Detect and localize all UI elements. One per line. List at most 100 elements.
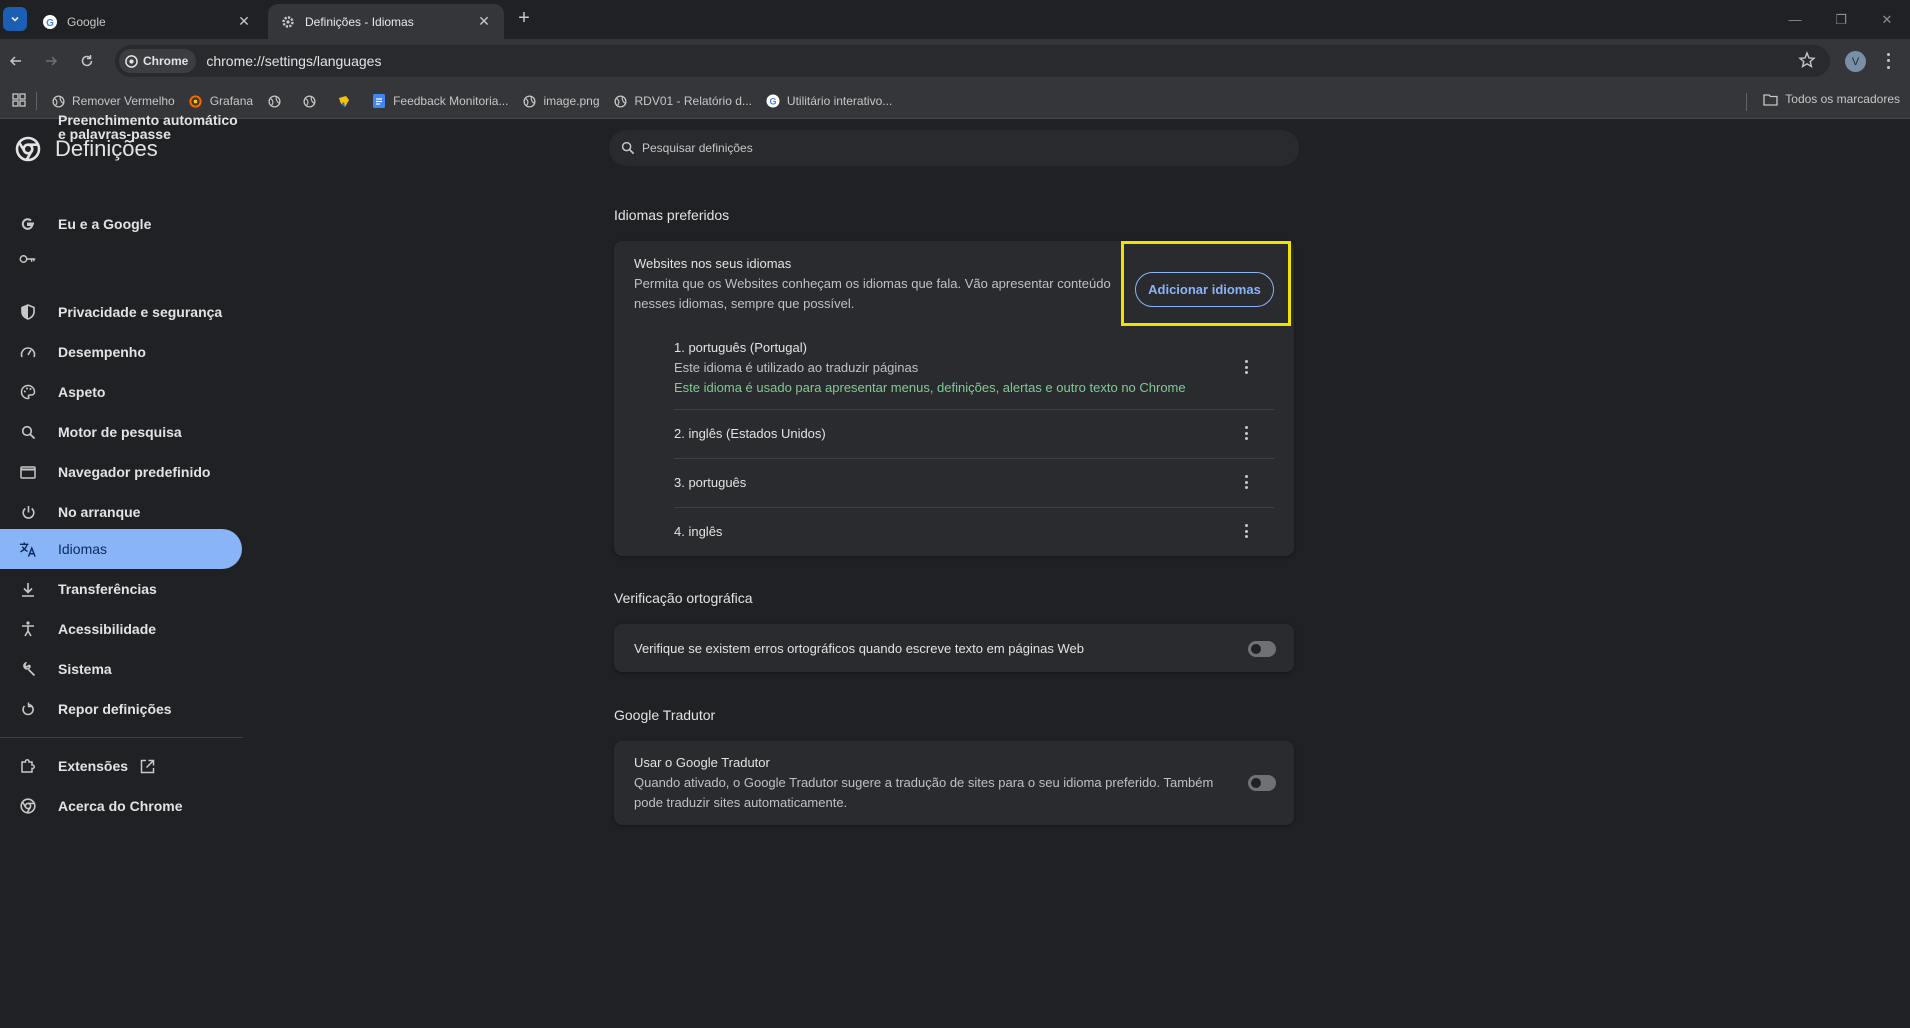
bookmark-utilitario[interactable]: G Utilitário interativo... — [766, 94, 892, 108]
forward-button[interactable] — [39, 49, 63, 73]
sidebar-item-eu-e-a-google[interactable]: Eu e a Google — [0, 204, 242, 244]
address-bar[interactable]: Chrome chrome://settings/languages — [115, 45, 1830, 77]
bookmark-globe-1[interactable] — [267, 94, 288, 108]
grafana-icon — [189, 94, 203, 108]
more-actions-icon[interactable] — [1242, 524, 1250, 538]
bookmarks-bar: Remover Vermelho Grafana Feedback Monito… — [0, 84, 1910, 119]
sidebar-item-transferencias[interactable]: Transferências — [0, 569, 242, 609]
hand-icon — [337, 94, 351, 108]
globe-icon — [51, 94, 65, 108]
restore-icon[interactable]: ❐ — [1818, 0, 1864, 39]
sidebar-item-no-arranque[interactable]: No arranque — [0, 492, 242, 532]
more-actions-icon[interactable] — [1242, 426, 1250, 440]
reload-button[interactable] — [75, 49, 99, 73]
tab-search-button[interactable] — [3, 7, 27, 31]
site-info-chip[interactable]: Chrome — [119, 49, 197, 73]
list-divider — [674, 507, 1274, 508]
sidebar-item-label: Sistema — [58, 661, 112, 677]
profile-avatar[interactable]: V — [1845, 51, 1866, 72]
chrome-logo-icon — [15, 136, 41, 162]
sidebar-item-label: Acessibilidade — [58, 621, 157, 637]
sidebar-item-repor-definicoes[interactable]: Repor definições — [0, 689, 242, 729]
sidebar-item-idiomas[interactable]: Idiomas — [0, 529, 242, 569]
google-icon: G — [766, 94, 780, 108]
sidebar-item-label: Aspeto — [58, 384, 106, 400]
sidebar-item-privacidade[interactable]: Privacidade e segurança — [0, 292, 242, 332]
translate-toggle[interactable] — [1248, 775, 1276, 791]
reload-icon — [81, 55, 93, 67]
close-icon[interactable]: ✕ — [236, 13, 252, 30]
url-text: chrome://settings/languages — [206, 53, 382, 69]
sidebar-item-sistema[interactable]: Sistema — [0, 649, 242, 689]
language-item: 2. inglês (Estados Unidos) — [674, 426, 1270, 446]
more-actions-icon[interactable] — [1242, 360, 1250, 374]
websites-languages-desc-line1: Permita que os Websites conheçam os idio… — [634, 276, 1111, 291]
sidebar-item-label: Repor definições — [58, 701, 172, 717]
sidebar-item-preenchimento[interactable]: Preenchimento automático e palavras-pass… — [0, 113, 242, 292]
sidebar-item-navegador-predefinido[interactable]: Navegador predefinido — [0, 452, 242, 492]
globe-icon — [614, 94, 628, 108]
back-button[interactable] — [4, 49, 28, 73]
bookmark-image-png[interactable]: image.png — [522, 94, 600, 108]
language-translate-note: Este idioma é utilizado ao traduzir pági… — [674, 360, 919, 375]
chip-label: Chrome — [143, 54, 189, 68]
translate-title: Usar o Google Tradutor — [634, 755, 770, 770]
bookmark-label: RDV01 - Relatório d... — [634, 94, 752, 108]
language-item: 1. português (Portugal) Este idioma é ut… — [674, 340, 1270, 400]
google-g-icon — [19, 215, 37, 233]
bookmark-remover-vermelho[interactable]: Remover Vermelho — [51, 94, 175, 108]
sidebar-item-desempenho[interactable]: Desempenho — [0, 332, 242, 372]
chrome-icon — [125, 54, 138, 68]
reset-icon — [19, 700, 37, 718]
minimize-icon[interactable]: — — [1772, 0, 1818, 39]
bookmark-feedback-monitoria[interactable]: Feedback Monitoria... — [372, 94, 508, 108]
sidebar-item-acessibilidade[interactable]: Acessibilidade — [0, 609, 242, 649]
open-in-new-icon — [140, 759, 155, 774]
new-tab-button[interactable]: + — [514, 8, 534, 29]
sidebar-item-aspeto[interactable]: Aspeto — [0, 372, 242, 412]
tab-definicoes-idiomas[interactable]: Definições - Idiomas ✕ — [268, 4, 504, 39]
speedometer-icon — [19, 343, 37, 361]
power-icon — [19, 503, 37, 521]
sidebar-item-label: Motor de pesquisa — [58, 424, 182, 440]
close-window-icon[interactable]: ✕ — [1864, 0, 1910, 39]
tab-google[interactable]: G Google ✕ — [30, 4, 264, 39]
bookmark-hand[interactable] — [337, 94, 358, 108]
more-actions-icon[interactable] — [1242, 475, 1250, 489]
key-icon — [19, 250, 37, 268]
section-title-idiomas-preferidos: Idiomas preferidos — [614, 207, 730, 223]
sidebar-item-label: Extensões — [58, 758, 129, 774]
apps-grid-icon[interactable] — [12, 92, 26, 110]
close-icon[interactable]: ✕ — [476, 13, 492, 30]
sidebar-item-acerca-do-chrome[interactable]: Acerca do Chrome — [0, 786, 242, 826]
translate-desc-line2: pode traduzir sites automaticamente. — [634, 795, 848, 810]
section-title-google-tradutor: Google Tradutor — [614, 707, 716, 723]
search-placeholder: Pesquisar definições — [642, 141, 753, 155]
bookmark-label: Feedback Monitoria... — [393, 94, 509, 108]
bookmark-globe-2[interactable] — [302, 94, 323, 108]
spellcheck-toggle[interactable] — [1248, 641, 1276, 657]
settings-sidebar: Definições Eu e a Google Preenchimento a… — [0, 113, 245, 1028]
globe-icon — [302, 94, 316, 108]
language-ui-note: Este idioma é usado para apresentar menu… — [674, 380, 1186, 395]
sidebar-item-motor-de-pesquisa[interactable]: Motor de pesquisa — [0, 412, 242, 452]
add-languages-button[interactable]: Adicionar idiomas — [1135, 272, 1274, 307]
browser-window-icon — [19, 463, 37, 481]
all-bookmarks-button[interactable]: Todos os marcadores — [1763, 92, 1900, 106]
arrow-right-icon — [46, 56, 58, 66]
bookmark-star-icon[interactable] — [1798, 51, 1816, 74]
spellcheck-label: Verifique se existem erros ortográficos … — [634, 641, 1084, 656]
list-divider — [674, 409, 1274, 410]
more-menu-icon[interactable] — [1882, 51, 1894, 71]
settings-search-input[interactable]: Pesquisar definições — [609, 130, 1299, 166]
websites-languages-title: Websites nos seus idiomas — [634, 256, 792, 271]
bookmarks-divider — [36, 92, 37, 110]
chevron-down-icon — [11, 16, 19, 22]
sidebar-item-label: Transferências — [58, 581, 157, 597]
sidebar-item-extensoes[interactable]: Extensões — [0, 746, 242, 786]
language-item: 4. inglês — [674, 524, 1270, 544]
bookmark-grafana[interactable]: Grafana — [189, 94, 253, 108]
shield-icon — [19, 303, 37, 321]
sidebar-item-label: Preenchimento automático e palavras-pass… — [58, 112, 238, 142]
bookmark-rdv01[interactable]: RDV01 - Relatório d... — [614, 94, 752, 108]
